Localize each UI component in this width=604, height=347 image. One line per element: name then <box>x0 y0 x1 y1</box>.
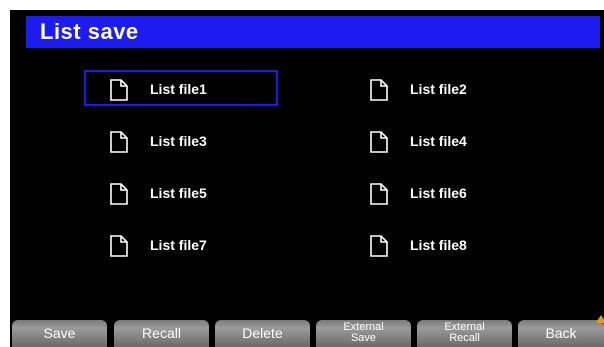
title-bar: List save <box>26 16 600 48</box>
recall-button-label: Recall <box>142 325 181 341</box>
list-file-label: List file4 <box>410 133 467 149</box>
delete-button[interactable]: Delete <box>215 320 310 347</box>
page-title: List save <box>40 19 139 44</box>
document-icon <box>370 183 388 205</box>
list-file-item-8[interactable]: List file8 <box>344 226 538 262</box>
save-button-label: Save <box>43 325 76 341</box>
list-file-item-2[interactable]: List file2 <box>344 70 538 106</box>
document-icon <box>110 235 128 257</box>
recall-button[interactable]: Recall <box>114 320 209 347</box>
list-file-label: List file1 <box>150 81 207 97</box>
back-button-label: Back <box>545 325 577 341</box>
list-file-item-1[interactable]: List file1 <box>84 70 278 106</box>
delete-button-label: Delete <box>242 325 283 341</box>
list-file-item-6[interactable]: List file6 <box>344 174 538 210</box>
document-icon <box>370 79 388 101</box>
external-save-line-2: Save <box>350 332 377 344</box>
list-file-item-5[interactable]: List file5 <box>84 174 278 210</box>
list-file-label: List file3 <box>150 133 207 149</box>
document-icon <box>110 79 128 101</box>
external-save-button[interactable]: External Save <box>316 320 411 347</box>
list-file-item-7[interactable]: List file7 <box>84 226 278 262</box>
document-icon <box>110 131 128 153</box>
instrument-screen: List save List file1 List file2 List fil… <box>10 10 604 347</box>
list-file-label: List file7 <box>150 237 207 253</box>
save-button[interactable]: Save <box>12 320 107 347</box>
list-file-item-4[interactable]: List file4 <box>344 122 538 158</box>
list-file-label: List file8 <box>410 237 467 253</box>
external-recall-button[interactable]: External Recall <box>417 320 512 347</box>
external-recall-line-2: Recall <box>449 332 480 344</box>
up-arrow-icon <box>596 315 604 323</box>
list-file-item-3[interactable]: List file3 <box>84 122 278 158</box>
document-icon <box>370 235 388 257</box>
list-file-label: List file6 <box>410 185 467 201</box>
list-file-label: List file5 <box>150 185 207 201</box>
document-icon <box>370 131 388 153</box>
list-file-label: List file2 <box>410 81 467 97</box>
document-icon <box>110 183 128 205</box>
back-button[interactable]: Back <box>518 315 604 347</box>
softkey-bar: Save Recall Delete External Save Externa… <box>10 315 604 347</box>
